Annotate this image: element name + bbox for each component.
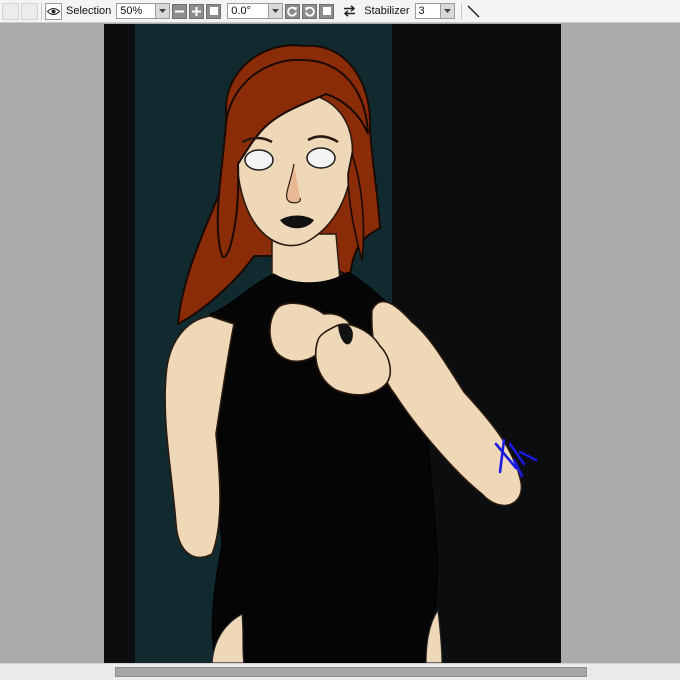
rotate-cw-icon	[305, 6, 316, 16]
stabilizer-combo[interactable]: 3	[414, 3, 455, 19]
eye-left	[244, 149, 274, 171]
canvas-viewport[interactable]	[0, 23, 680, 663]
pen-line-icon	[467, 5, 480, 17]
horizontal-scrollbar[interactable]	[0, 663, 680, 680]
pen-line-button[interactable]	[465, 3, 482, 20]
rotate-ccw-icon	[287, 6, 298, 16]
selection-label: Selection	[66, 5, 112, 17]
rotation-combo[interactable]: 0.0°	[227, 3, 284, 19]
zoom-in-icon	[192, 6, 202, 16]
horizontal-scrollbar-thumb[interactable]	[115, 667, 587, 677]
chevron-down-icon[interactable]	[439, 4, 454, 18]
zoom-out-icon	[175, 10, 185, 12]
rotate-reset-icon	[322, 7, 331, 15]
rotate-reset-button[interactable]	[319, 3, 335, 19]
toolbar-button-blank-1[interactable]	[2, 2, 19, 20]
artwork-illustration	[104, 24, 561, 663]
toolbar-separator	[460, 2, 462, 20]
selection-view-toggle[interactable]	[45, 2, 62, 20]
rotation-value: 0.0°	[231, 5, 251, 17]
toolbar-separator	[41, 2, 42, 20]
eye-icon	[47, 7, 60, 15]
flip-horizontal-button[interactable]	[341, 3, 358, 20]
zoom-combo[interactable]: 50%	[116, 3, 171, 19]
toolbar-button-blank-2[interactable]	[21, 2, 38, 20]
chevron-down-icon[interactable]	[268, 4, 283, 18]
zoom-out-button[interactable]	[172, 3, 188, 19]
eye-right	[306, 147, 336, 169]
rotate-cw-button[interactable]	[302, 3, 318, 19]
stabilizer-value: 3	[418, 5, 425, 17]
zoom-reset-icon	[209, 7, 218, 15]
flip-horizontal-icon	[344, 5, 356, 17]
drawing-canvas[interactable]	[104, 24, 561, 663]
zoom-in-button[interactable]	[189, 3, 205, 19]
zoom-value: 50%	[120, 5, 143, 17]
stabilizer-label: Stabilizer	[364, 5, 410, 17]
canvas-toolbar: Selection 50% 0.0° Stabilizer 3	[0, 0, 680, 23]
zoom-reset-button[interactable]	[206, 3, 222, 19]
rotate-ccw-button[interactable]	[285, 3, 301, 19]
chevron-down-icon[interactable]	[155, 4, 170, 18]
